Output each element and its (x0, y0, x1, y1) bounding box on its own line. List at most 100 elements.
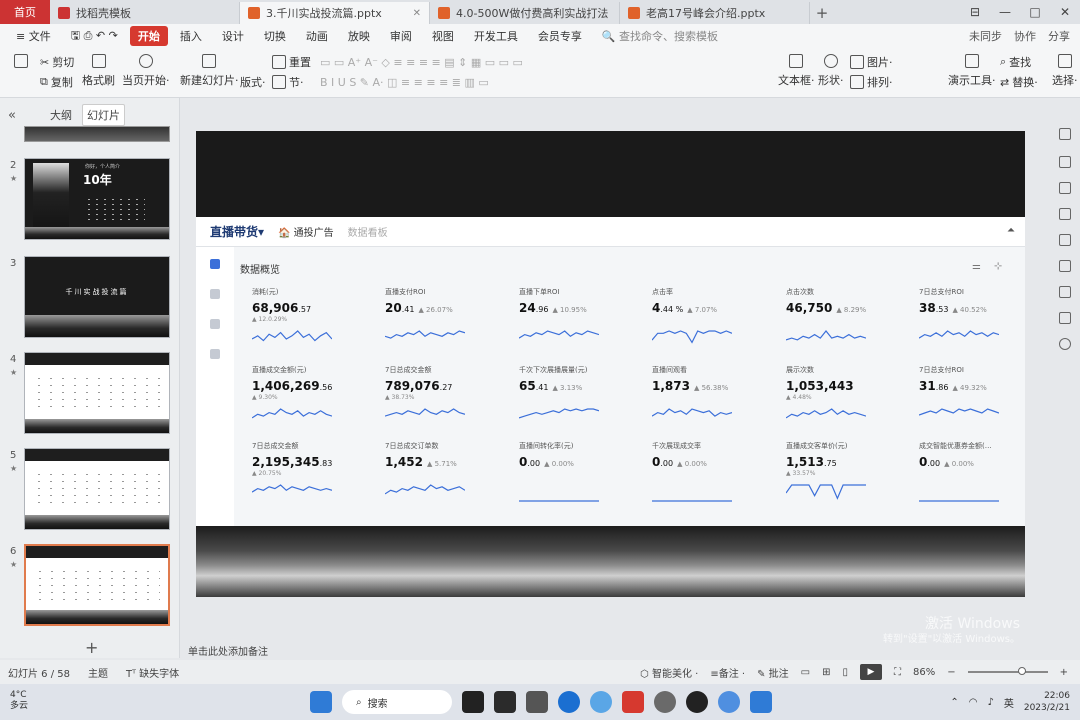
tab-home[interactable]: 首页 (0, 0, 50, 24)
app-icon[interactable] (686, 691, 708, 713)
shape-props-icon[interactable] (1059, 208, 1071, 220)
menu-insert[interactable]: 插入 (172, 26, 210, 46)
app-icon[interactable] (526, 691, 548, 713)
chrome-icon[interactable] (654, 691, 676, 713)
menu-member[interactable]: 会员专享 (530, 26, 590, 46)
add-slide-button[interactable]: + (85, 638, 98, 657)
section-button[interactable]: 节· (272, 74, 304, 90)
ime-indicator[interactable]: 英 (1004, 695, 1014, 710)
help-icon[interactable] (1059, 338, 1071, 350)
menu-animation[interactable]: 动画 (298, 26, 336, 46)
app-icon[interactable] (590, 691, 612, 713)
style-icon[interactable] (1059, 156, 1071, 168)
zoom-level[interactable]: 86% (913, 667, 935, 678)
shape-button[interactable]: 形状· (818, 54, 844, 88)
cube-icon[interactable] (1059, 312, 1071, 324)
paste-button[interactable] (14, 54, 28, 68)
current-slide[interactable]: 直播带货▾ 🏠 通投广告 数据看板 ⏶ 数据概览 ⚌ ⊹ 消耗(元) 68,906… (196, 131, 1025, 597)
close-icon[interactable]: ✕ (413, 8, 421, 19)
layout-button[interactable]: 版式· (240, 74, 266, 90)
task-view-icon[interactable] (462, 691, 484, 713)
doc-tab-templates[interactable]: 找稻壳模板 (50, 2, 240, 24)
menu-transition[interactable]: 切换 (256, 26, 294, 46)
select-button[interactable]: 选择· (1052, 54, 1078, 88)
close-window-button[interactable]: ✕ (1050, 0, 1080, 24)
share-button[interactable]: 分享 (1048, 28, 1070, 44)
clock[interactable]: 22:06 2023/2/21 (1024, 690, 1070, 714)
zoom-out-icon[interactable]: − (947, 667, 955, 678)
wps-icon[interactable] (622, 691, 644, 713)
image-props-icon[interactable] (1059, 234, 1071, 246)
sync-status[interactable]: 未同步 (969, 28, 1002, 44)
doc-tab-active[interactable]: 3.千川实战投流篇.pptx ✕ (240, 2, 430, 24)
slide-thumb[interactable]: 3 千川实战投流篇 (0, 256, 180, 342)
new-tab-button[interactable]: + (810, 2, 834, 24)
missing-font-button[interactable]: Tᵀ 缺失字体 (126, 665, 179, 680)
image-button[interactable]: 图片· (850, 54, 893, 70)
normal-view-icon[interactable]: ▭ (801, 667, 810, 678)
slide-thumb[interactable]: 5 ★ (0, 448, 180, 534)
tile-icon[interactable]: ⊟ (960, 0, 990, 24)
app-icon[interactable] (718, 691, 740, 713)
custom-animation-icon[interactable] (1059, 182, 1071, 194)
collaborate-button[interactable]: 协作 (1014, 28, 1036, 44)
volume-icon[interactable]: ♪ (987, 697, 993, 708)
location-icon[interactable] (1059, 260, 1071, 272)
menu-home[interactable]: 开始 (129, 26, 168, 46)
command-search[interactable]: 🔍 查找命令、搜索模板 (594, 26, 726, 46)
thumb-partial[interactable] (24, 126, 170, 142)
doc-tab[interactable]: 老高17号峰会介绍.pptx (620, 2, 810, 24)
cut-button[interactable]: ✂ 剪切 (40, 54, 74, 70)
weather-widget[interactable]: 4°C 多云 (10, 690, 28, 712)
minimize-button[interactable]: — (990, 0, 1020, 24)
zoom-slider[interactable] (967, 667, 1048, 675)
theme-label[interactable]: 主题 (88, 665, 108, 680)
zoom-knob[interactable] (1017, 667, 1026, 675)
grid-view-icon[interactable]: ⊞ (822, 667, 830, 678)
menu-developer[interactable]: 开发工具 (466, 26, 526, 46)
beautify-button[interactable]: ⬡ 智能美化 · (640, 665, 698, 680)
doc-tab[interactable]: 4.0-500W做付费高利实战打法 (430, 2, 620, 24)
replace-button[interactable]: ⇄ 替换· (1000, 74, 1038, 90)
quick-access-icons[interactable]: 🖫 ⎙ ↶ ↷ (63, 26, 126, 46)
copy-button[interactable]: ⧉ 复制 (40, 74, 73, 90)
menu-file[interactable]: ≡ 文件 (8, 26, 59, 46)
paragraph-controls[interactable]: B I U S ✎ A· ◫ ≡ ≡ ≡ ≡ ≣ ▥ ▭ (320, 76, 489, 89)
slide-thumb[interactable]: 4 ★ (0, 352, 180, 438)
menu-design[interactable]: 设计 (214, 26, 252, 46)
menu-view[interactable]: 视图 (424, 26, 462, 46)
paste-icon (14, 54, 28, 68)
presentation-tool-button[interactable]: 演示工具· (948, 54, 996, 88)
tab-outline[interactable]: 大纲 (46, 105, 76, 125)
taskbar-search[interactable]: ⌕ 搜索 (342, 690, 452, 714)
font-controls[interactable]: ▭ ▭ A⁺ A⁻ ◇ ≡ ≡ ≡ ≡ ▤ ⇕ ▦ ▭ ▭ ▭ (320, 56, 523, 69)
textbox-button[interactable]: 文本框· (778, 54, 815, 88)
chevron-up-icon[interactable]: ⌃ (950, 697, 958, 708)
slideshow-play-button[interactable]: ▶ (859, 664, 882, 680)
book-icon[interactable] (1059, 286, 1071, 298)
comment-button[interactable]: ✎ 批注 (757, 665, 789, 680)
edge-icon[interactable] (558, 691, 580, 713)
arrange-button[interactable]: 排列· (850, 74, 893, 90)
app-icon[interactable] (494, 691, 516, 713)
tab-slides[interactable]: 幻灯片 (81, 104, 125, 126)
format-painter-button[interactable]: 格式刷 (82, 54, 115, 88)
notes-toggle[interactable]: ≡备注 · (710, 665, 745, 680)
zoom-in-icon[interactable]: + (1060, 667, 1068, 678)
fit-icon[interactable]: ⛶ (894, 667, 901, 678)
maximize-button[interactable]: □ (1020, 0, 1050, 24)
slide-thumb-selected[interactable]: 6 ★ (0, 544, 180, 630)
app-icon[interactable] (750, 691, 772, 713)
menu-review[interactable]: 审阅 (382, 26, 420, 46)
start-icon[interactable] (310, 691, 332, 713)
new-slide-button[interactable]: 新建幻灯片· (180, 54, 239, 88)
wifi-icon[interactable]: ◠ (969, 697, 978, 708)
transform-icon[interactable] (1059, 128, 1071, 140)
find-button[interactable]: ⌕ 查找 (1000, 54, 1031, 70)
slide-thumb[interactable]: 2 ★ 你好，个人简介 10年 (0, 158, 180, 244)
reading-view-icon[interactable]: ▯ (842, 667, 848, 678)
play-from-current-button[interactable]: 当页开始· (122, 54, 170, 88)
menu-slideshow[interactable]: 放映 (340, 26, 378, 46)
collapse-icon[interactable]: « (8, 108, 16, 123)
reset-button[interactable]: 重置 (272, 54, 311, 70)
